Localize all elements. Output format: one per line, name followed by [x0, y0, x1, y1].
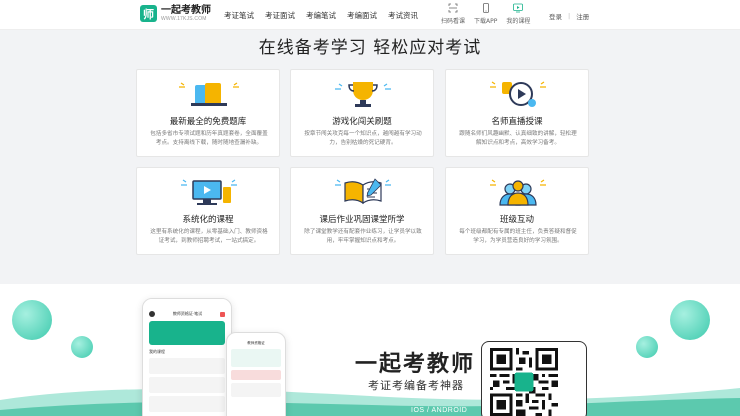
download-app-button[interactable]: 下载APP [474, 3, 497, 25]
feature-card-live-class[interactable]: 名师直播授课 跟随名师们风趣幽默、认真细致的讲解，轻松理解知识点和考点，高效学习… [445, 69, 589, 157]
app-banner-card [149, 321, 225, 345]
phone-icon [482, 3, 489, 13]
card-desc: 包括多省市专项试题和历年真题套卷，全面覆盖考点。支持离线下载，随时随地查漏补缺。 [150, 131, 268, 146]
books-icon [179, 82, 239, 106]
card-title: 最新最全的免费题库 [169, 117, 247, 127]
monitor-icon [181, 179, 237, 205]
card-title: 课后作业巩固课堂所学 [319, 215, 405, 225]
open-book-icon [335, 178, 391, 205]
register-link[interactable]: 注册 [576, 11, 589, 21]
decor-bubble [12, 300, 52, 340]
card-desc: 这里有系统化的课程，从零基础入门、教师资格证考试，到教师招聘考试，一站式搞定。 [150, 229, 268, 244]
decor-bubble [636, 336, 658, 358]
section-title: 在线备考学习 轻松应对考试 [258, 38, 482, 58]
qr-code-icon [490, 348, 558, 416]
play-screen-icon [513, 3, 524, 13]
logo-mark-icon: 师 [140, 5, 157, 22]
feature-card-class-interaction[interactable]: 班级互动 每个班级都配有专属的班主任，负责答疑和督促学习，为学员营造良好的学习氛… [445, 167, 589, 255]
feature-card-question-bank[interactable]: 最新最全的免费题库 包括多省市专项试题和历年真题套卷，全面覆盖考点。支持离线下载… [136, 69, 280, 157]
scan-course-button[interactable]: 扫码看课 [441, 3, 465, 25]
logo-name: 一起考教师 [161, 4, 211, 16]
card-desc: 除了课堂教学还有配套作业练习，让学员学以致用，牢牢掌握知识点和考点。 [304, 229, 422, 244]
account-links: 登录 | 注册 [549, 11, 589, 21]
card-title: 游戏化闯关刷题 [332, 117, 392, 127]
site-logo[interactable]: 师 一起考教师 WWW.17KJS.COM [140, 5, 211, 22]
group-icon [490, 179, 546, 206]
live-play-icon [490, 81, 546, 107]
app-course-item [149, 377, 225, 393]
app-slogan: 一起考教师 [355, 352, 476, 377]
app-course-item [231, 349, 281, 367]
header-tools: 扫码看课 下载APP 我的课程 [441, 3, 530, 25]
feature-card-game-practice[interactable]: 游戏化闯关刷题 按章节闯关攻克每一个知识点，越闯越有学习动力，告别枯燥的死记硬背… [290, 69, 434, 157]
nav-item-hire-interview[interactable]: 考编面试 [347, 10, 377, 21]
app-header-text: 教师资格证 [247, 341, 265, 345]
card-desc: 跟随名师们风趣幽默、认真细致的讲解，轻松理解知识点和考点，高效学习备考。 [459, 131, 577, 146]
app-course-item [231, 370, 281, 380]
app-course-item [149, 358, 225, 374]
card-title: 名师直播授课 [491, 117, 543, 127]
decor-bubble [71, 336, 93, 358]
app-course-item [231, 383, 281, 397]
app-screenshot-secondary: 教师资格证 [226, 332, 286, 416]
card-desc: 每个班级都配有专属的班主任，负责答疑和督促学习，为学员营造良好的学习氛围。 [459, 229, 577, 244]
main-nav: 考证笔试 考证面试 考编笔试 考编面试 考试资讯 [224, 10, 418, 21]
edit-icon [220, 311, 225, 317]
account-separator: | [568, 12, 571, 20]
download-qr-code[interactable] [481, 341, 587, 416]
card-title: 系统化的课程 [182, 215, 234, 225]
top-header: 师 一起考教师 WWW.17KJS.COM 考证笔试 考证面试 考编笔试 考编面… [0, 0, 740, 30]
card-title: 班级互动 [499, 215, 534, 225]
avatar [149, 311, 155, 317]
nav-item-news[interactable]: 考试资讯 [388, 10, 418, 21]
my-courses-button[interactable]: 我的课程 [506, 3, 530, 25]
feature-card-systematic-course[interactable]: 系统化的课程 这里有系统化的课程，从零基础入门、教师资格证考试，到教师招聘考试，… [136, 167, 280, 255]
nav-item-hire-written[interactable]: 考编笔试 [306, 10, 336, 21]
trophy-icon [335, 82, 391, 107]
app-section-label: 我的课程 [149, 349, 165, 354]
nav-item-cert-interview[interactable]: 考证面试 [265, 10, 295, 21]
nav-item-cert-written[interactable]: 考证笔试 [224, 10, 254, 21]
login-link[interactable]: 登录 [549, 11, 562, 21]
app-subslogan: 考证考编备考神器 [368, 379, 464, 392]
card-desc: 按章节闯关攻克每一个知识点，越闯越有学习动力，告别枯燥的死记硬背。 [304, 131, 422, 146]
app-course-item [149, 396, 225, 412]
app-promo-banner: 教师资格证·笔试 我的课程 教师资格证 一起考教师 考证考编备考神器 IOS /… [0, 284, 740, 416]
app-header-text: 教师资格证·笔试 [172, 311, 203, 316]
scan-icon [448, 3, 458, 13]
feature-card-homework[interactable]: 课后作业巩固课堂所学 除了课堂教学还有配套作业练习，让学员学以致用，牢牢掌握知识… [290, 167, 434, 255]
app-screenshot-main: 教师资格证·笔试 我的课程 [142, 298, 232, 416]
logo-url: WWW.17KJS.COM [161, 15, 207, 22]
decor-bubble [670, 300, 710, 340]
platform-text: IOS / ANDROID [411, 407, 468, 414]
